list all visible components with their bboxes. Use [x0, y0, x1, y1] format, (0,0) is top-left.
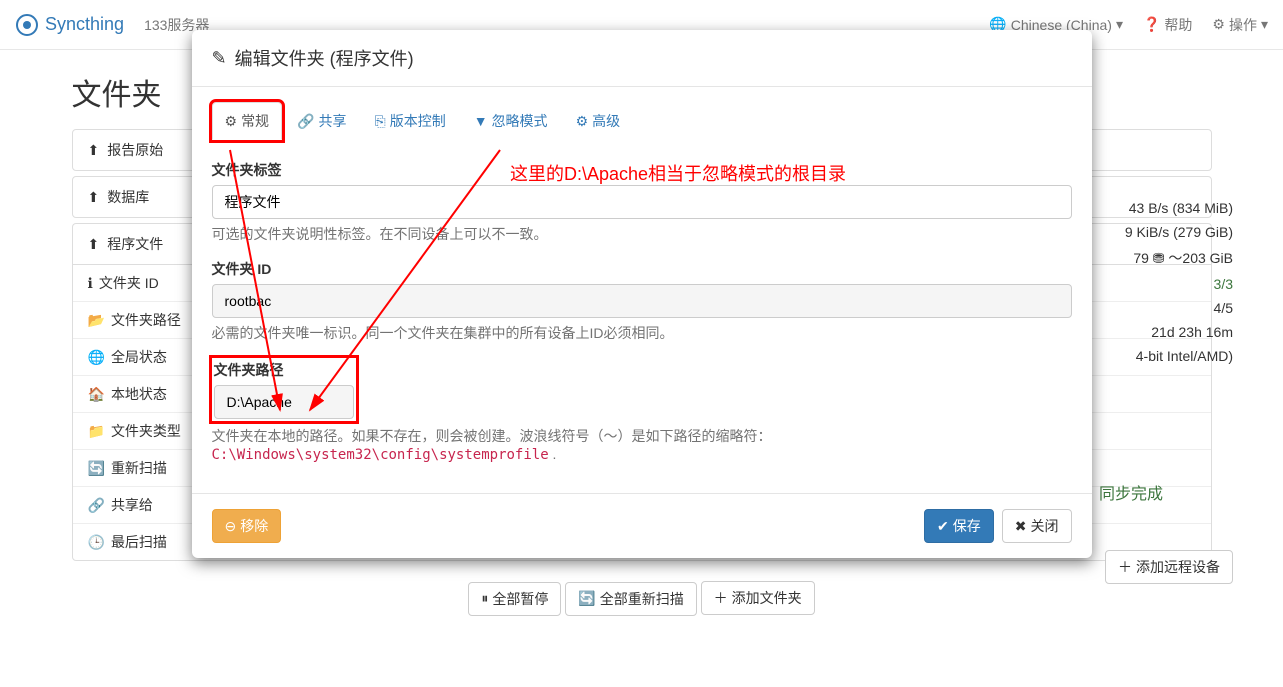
modal-footer: ⊖移除 ✔保存 ✖关闭: [192, 493, 1092, 558]
folder-path-title: 文件夹路径: [214, 360, 354, 380]
plus-icon: ＋: [1118, 557, 1132, 577]
save-button[interactable]: ✔保存: [924, 509, 994, 543]
check-icon: ✔: [937, 518, 949, 535]
upload-icon: ⬆: [88, 189, 100, 206]
share-icon: 🔗: [88, 497, 105, 514]
minus-icon: ⊖: [225, 518, 237, 535]
folder-open-icon: 📂: [88, 312, 105, 329]
modal-tabs: ⚙常规 🔗共享 ⎘版本控制 ▼忽略模式 ⚙高级: [212, 102, 1072, 140]
folder-path-input[interactable]: [214, 385, 354, 419]
folder-path-help: 文件夹在本地的路径。如果不存在，则会被创建。波浪线符号（～）是如下路径的缩略符：…: [212, 426, 1072, 463]
gear-icon: ⚙: [1212, 16, 1225, 33]
syncthing-logo-icon: [15, 13, 39, 37]
add-remote-device-button[interactable]: ＋添加远程设备: [1105, 550, 1233, 584]
tab-versioning[interactable]: ⎘版本控制: [362, 102, 459, 140]
edit-folder-modal: ✎ 编辑文件夹 (程序文件) ⚙常规 🔗共享 ⎘版本控制 ▼忽略模式 ⚙高级 文…: [192, 30, 1092, 558]
tab-general[interactable]: ⚙常规: [212, 102, 283, 140]
folder-id-title: 文件夹 ID: [212, 259, 1072, 279]
rescan-all-button[interactable]: 🔄全部重新扫描: [565, 582, 696, 616]
help-link[interactable]: ❓ 帮助: [1143, 15, 1192, 35]
upload-icon: ⬆: [88, 142, 100, 159]
copy-icon: ⎘: [375, 113, 386, 130]
close-button[interactable]: ✖关闭: [1002, 509, 1072, 543]
tab-sharing[interactable]: 🔗共享: [284, 102, 359, 140]
add-folder-button[interactable]: ＋添加文件夹: [701, 581, 815, 615]
folder-id-help: 必需的文件夹唯一标识。同一个文件夹在集群中的所有设备上ID必须相同。: [212, 323, 1072, 343]
actions-dropdown[interactable]: ⚙ 操作 ▾: [1212, 15, 1268, 35]
tab-advanced[interactable]: ⚙高级: [563, 102, 634, 140]
folder-label-input[interactable]: [212, 185, 1072, 219]
pencil-icon: ✎: [212, 48, 227, 69]
brand-text: Syncthing: [45, 14, 124, 35]
info-icon: ℹ: [88, 275, 93, 292]
annotation-text: 这里的D:\Apache相当于忽略模式的根目录: [510, 160, 846, 186]
folder-icon: 📁: [88, 423, 105, 440]
pause-icon: ⏸: [481, 590, 488, 607]
filter-icon: ▼: [474, 113, 488, 129]
brand[interactable]: Syncthing: [15, 13, 124, 37]
gear-icon: ⚙: [225, 113, 238, 130]
upload-icon: ⬆: [88, 236, 100, 253]
folder-label-help: 可选的文件夹说明性标签。在不同设备上可以不一致。: [212, 224, 1072, 244]
modal-title: 编辑文件夹 (程序文件): [235, 45, 414, 71]
tab-ignore[interactable]: ▼忽略模式: [461, 102, 561, 140]
plus-icon: ＋: [714, 588, 728, 608]
modal-header: ✎ 编辑文件夹 (程序文件): [192, 30, 1092, 87]
share-icon: 🔗: [297, 113, 314, 130]
remove-button[interactable]: ⊖移除: [212, 509, 282, 543]
close-icon: ✖: [1015, 518, 1027, 535]
globe-icon: 🌐: [88, 349, 105, 366]
refresh-icon: 🔄: [88, 460, 105, 477]
folder-id-input[interactable]: [212, 284, 1072, 318]
home-icon: 🏠: [88, 386, 105, 403]
caret-down-icon: ▾: [1116, 16, 1123, 33]
pause-all-button[interactable]: ⏸全部暂停: [468, 582, 561, 616]
sync-done-label: 同步完成: [1099, 480, 1163, 504]
disk-icon: ⛃: [1153, 250, 1165, 266]
question-icon: ❓: [1143, 16, 1160, 33]
clock-icon: 🕒: [88, 534, 105, 551]
right-stats: 43 B/s (834 MiB) 9 KiB/s (279 GiB) 79 ⛃ …: [1125, 200, 1233, 372]
refresh-icon: 🔄: [578, 590, 595, 607]
caret-down-icon: ▾: [1261, 16, 1268, 33]
cogs-icon: ⚙: [576, 113, 589, 130]
folder-footer-buttons: ⏸全部暂停 🔄全部重新扫描 ＋添加文件夹: [72, 581, 1212, 616]
